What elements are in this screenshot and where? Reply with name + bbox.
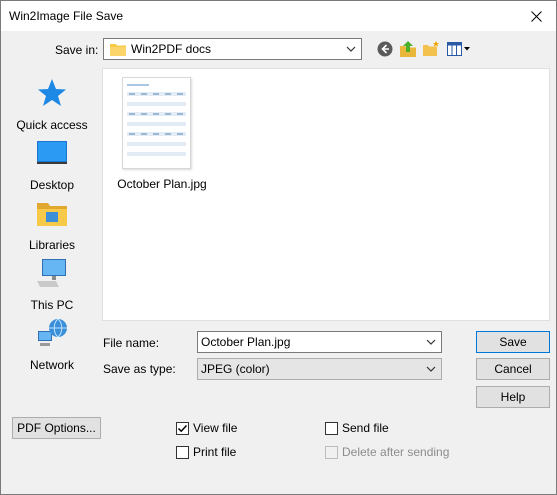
- view-file-label: View file: [193, 421, 238, 435]
- folder-icon: [110, 44, 126, 56]
- delete-after-sending-checkbox: Delete after sending: [325, 445, 449, 459]
- checkbox-box[interactable]: [325, 421, 338, 435]
- save-button[interactable]: Save: [476, 331, 550, 353]
- place-label: Desktop: [29, 178, 75, 192]
- place-label: This PC: [30, 298, 74, 312]
- network-icon: [38, 318, 67, 346]
- place-network[interactable]: Network: [9, 317, 95, 377]
- up-one-level-button[interactable]: [398, 39, 418, 59]
- place-label: Network: [29, 358, 74, 372]
- file-name-label: October Plan.jpg: [117, 177, 207, 191]
- view-file-checkbox[interactable]: View file: [176, 421, 237, 435]
- print-file-checkbox[interactable]: Print file: [176, 445, 236, 459]
- checkbox-box: [325, 445, 338, 459]
- window-title: Win2Image File Save: [9, 9, 124, 23]
- pdf-options-button[interactable]: PDF Options...: [12, 417, 101, 439]
- star-icon: [38, 79, 66, 106]
- file-item[interactable]: October Plan.jpg: [113, 77, 211, 197]
- place-quick-access[interactable]: Quick access: [9, 77, 95, 137]
- libraries-icon: [37, 203, 67, 226]
- computer-icon: [37, 259, 66, 287]
- chevron-down-icon: [346, 46, 356, 52]
- place-label: Quick access: [16, 118, 88, 132]
- save-in-dropdown[interactable]: Win2PDF docs: [103, 38, 362, 60]
- send-file-label: Send file: [342, 421, 389, 435]
- back-arrow-icon: [377, 41, 393, 57]
- place-label: Libraries: [28, 238, 76, 252]
- file-name-label: File name:: [103, 336, 160, 350]
- save-in-value: Win2PDF docs: [131, 42, 212, 56]
- checkbox-box[interactable]: [176, 421, 189, 435]
- file-save-dialog: Win2Image File Save Save in: Win2PDF doc…: [0, 0, 557, 495]
- file-thumbnail: [122, 77, 191, 169]
- document-preview-icon: [127, 84, 186, 156]
- save-as-type-label: Save as type:: [103, 362, 176, 376]
- print-file-label: Print file: [193, 445, 237, 459]
- save-as-type-select[interactable]: JPEG (color): [197, 358, 442, 380]
- save-in-label: Save in:: [55, 43, 99, 57]
- title-bar: Win2Image File Save: [1, 1, 556, 31]
- checkmark-icon: [177, 424, 188, 432]
- help-button[interactable]: Help: [476, 386, 550, 408]
- delete-after-sending-label: Delete after sending: [342, 445, 450, 459]
- close-icon: [530, 10, 542, 22]
- view-menu-button[interactable]: [446, 39, 472, 59]
- send-file-checkbox[interactable]: Send file: [325, 421, 389, 435]
- up-folder-icon: [400, 41, 416, 57]
- places-bar: Quick access Desktop Libraries This PC N…: [9, 67, 95, 372]
- checkbox-box[interactable]: [176, 445, 189, 459]
- chevron-down-icon[interactable]: [425, 336, 437, 348]
- file-list-view[interactable]: October Plan.jpg: [102, 68, 550, 321]
- save-as-type-value: JPEG (color): [201, 362, 270, 376]
- chevron-down-icon: [426, 366, 436, 372]
- desktop-icon: [37, 141, 67, 164]
- file-name-input[interactable]: October Plan.jpg: [197, 331, 442, 353]
- place-desktop[interactable]: Desktop: [9, 137, 95, 197]
- place-this-pc[interactable]: This PC: [9, 257, 95, 317]
- file-name-value: October Plan.jpg: [201, 335, 291, 349]
- place-libraries[interactable]: Libraries: [9, 197, 95, 257]
- view-menu-icon: [447, 42, 470, 56]
- back-button[interactable]: [375, 39, 395, 59]
- new-folder-button[interactable]: [421, 39, 441, 59]
- cancel-button[interactable]: Cancel: [476, 358, 550, 380]
- close-button[interactable]: [516, 1, 556, 31]
- new-folder-icon: [423, 41, 439, 56]
